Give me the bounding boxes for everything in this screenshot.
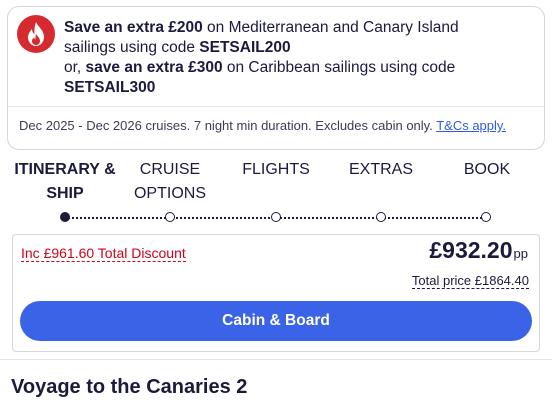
promo-text-4: on Caribbean sailings using code [222,59,456,76]
step-dot [165,212,175,222]
step-dot [481,212,491,222]
step-dot-active [60,212,70,222]
tcs-link[interactable]: T&Cs apply. [436,118,506,133]
price-amount: 932.20 [442,237,513,263]
price-per-person: £932.20pp [429,237,528,264]
promo-text-2: sailings using code [64,39,200,56]
promo-code-1: SETSAIL200 [199,39,291,56]
flame-icon [17,15,55,53]
step-label-line: BOOK [463,161,511,178]
booking-steps: ITINERARY & SHIP CRUISE OPTIONS FLIGHTS … [0,158,552,228]
promo-terms-text: Dec 2025 - Dec 2026 cruises. 7 night min… [19,118,437,133]
promo-offer-1: Save an extra £200 [64,19,203,36]
step-cruise-options[interactable]: CRUISE OPTIONS [120,158,220,206]
step-label-line: ITINERARY & [14,161,116,178]
promo-divider [8,106,544,107]
step-label-line: OPTIONS [133,185,206,202]
total-price[interactable]: Total price £1864.40 [411,273,529,289]
promo-text-1: on Mediterranean and Canary Island [202,19,459,36]
promo-banner: Save an extra £200 on Mediterranean and … [7,6,545,150]
promo-terms: Dec 2025 - Dec 2026 cruises. 7 night min… [19,118,506,133]
step-book[interactable]: BOOK [437,158,537,182]
promo-text-3: or, [64,59,86,76]
promo-code-2: SETSAIL300 [64,79,156,96]
total-discount[interactable]: Inc £961.60 Total Discount [21,245,186,262]
step-label-line: FLIGHTS [242,161,310,178]
cabin-board-button[interactable]: Cabin & Board [20,301,532,341]
promo-message: Save an extra £200 on Mediterranean and … [64,18,534,98]
step-dot [376,212,386,222]
step-label-line: CRUISE [139,161,201,178]
price-currency: £ [429,237,443,263]
price-summary: Inc £961.60 Total Discount £932.20pp Tot… [12,234,540,352]
step-label-line: SHIP [46,185,84,202]
page-title: Voyage to the Canaries 2 [11,376,248,398]
price-per-label: pp [513,246,528,261]
step-dot [271,212,281,222]
step-label-line: EXTRAS [348,161,413,178]
section-divider [0,359,552,360]
step-flights[interactable]: FLIGHTS [226,158,326,182]
promo-offer-2: save an extra £300 [85,59,223,76]
step-itinerary-ship[interactable]: ITINERARY & SHIP [0,158,130,206]
step-extras[interactable]: EXTRAS [331,158,431,182]
